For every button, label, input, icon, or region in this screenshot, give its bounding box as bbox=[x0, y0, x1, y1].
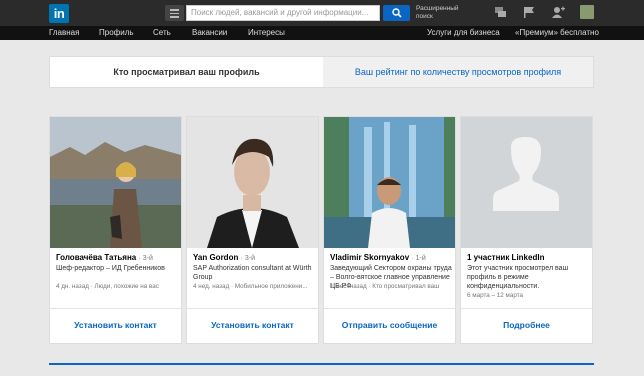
profile-photo[interactable] bbox=[324, 117, 455, 248]
divider bbox=[49, 363, 594, 365]
nav-interests[interactable]: Интересы bbox=[248, 28, 285, 37]
viewer-card[interactable]: Yan Gordon · 3-й SAP Authorization consu… bbox=[186, 116, 319, 344]
viewer-name-text: Yan Gordon bbox=[193, 253, 239, 262]
profile-avatar[interactable] bbox=[580, 5, 594, 19]
nav-jobs[interactable]: Вакансии bbox=[192, 28, 227, 37]
viewer-name[interactable]: Yan Gordon · 3-й bbox=[193, 253, 255, 262]
add-connection-icon[interactable] bbox=[551, 6, 565, 19]
nav-network[interactable]: Сеть bbox=[153, 28, 171, 37]
viewer-meta: 4 нед. назад · Мобильное приложени... bbox=[193, 283, 308, 290]
viewer-card[interactable]: 1 участник LinkedIn Этот участник просмо… bbox=[460, 116, 593, 344]
send-message-button[interactable]: Отправить сообщение bbox=[324, 308, 455, 343]
more-details-button[interactable]: Подробнее bbox=[461, 308, 592, 343]
nav-bar: Главная Профиль Сеть Вакансии Интересы У… bbox=[0, 26, 644, 40]
search-icon bbox=[392, 8, 402, 18]
nav-profile[interactable]: Профиль bbox=[99, 28, 134, 37]
profile-photo[interactable] bbox=[187, 117, 318, 248]
tab-who-viewed[interactable]: Кто просматривал ваш профиль bbox=[50, 57, 323, 87]
advanced-search-line2: поиск bbox=[416, 13, 433, 20]
nav-premium[interactable]: «Премиум» бесплатно bbox=[515, 28, 599, 37]
advanced-search-link[interactable]: Расширенный поиск bbox=[416, 5, 459, 21]
connection-degree: · 3-й bbox=[138, 255, 153, 262]
anonymous-avatar bbox=[461, 117, 592, 248]
viewer-name-text: Vladimir Skornyakov bbox=[330, 253, 410, 262]
flag-icon[interactable] bbox=[523, 6, 535, 19]
viewer-name[interactable]: Головачёва Татьяна · 3-й bbox=[56, 253, 153, 262]
advanced-search-line1: Расширенный bbox=[416, 5, 459, 12]
menu-icon[interactable] bbox=[165, 5, 184, 21]
viewer-name-text: Головачёва Татьяна bbox=[56, 253, 137, 262]
connection-degree: · 1-й bbox=[411, 255, 426, 262]
profile-photo[interactable] bbox=[50, 117, 181, 248]
viewer-meta: 6 марта – 12 марта bbox=[467, 292, 524, 299]
search-input[interactable]: Поиск людей, вакансий и другой информаци… bbox=[186, 5, 380, 21]
profile-views-tabs: Кто просматривал ваш профиль Ваш рейтинг… bbox=[49, 56, 594, 88]
nav-home[interactable]: Главная bbox=[49, 28, 79, 37]
viewer-title: SAP Authorization consultant at Würth Gr… bbox=[193, 265, 312, 281]
top-bar: in Поиск людей, вакансий и другой информ… bbox=[0, 0, 644, 26]
search-button[interactable] bbox=[383, 5, 410, 21]
viewer-title: Этот участник просмотрел ваш профиль в р… bbox=[467, 265, 569, 290]
viewer-meta: 1 мес. назад · Кто просматривал ваш bbox=[330, 283, 440, 290]
viewer-meta: 4 дн. назад · Люди, похожие на вас bbox=[56, 283, 159, 290]
viewer-name[interactable]: Vladimir Skornyakov · 1-й bbox=[330, 253, 426, 262]
nav-business-services[interactable]: Услуги для бизнеса bbox=[427, 28, 500, 37]
connect-button[interactable]: Установить контакт bbox=[187, 308, 318, 343]
viewer-title: Шеф-редактор – ИД Гребенников bbox=[56, 265, 165, 272]
viewer-card[interactable]: Головачёва Татьяна · 3-й Шеф-редактор – … bbox=[49, 116, 182, 344]
tab-ranking[interactable]: Ваш рейтинг по количеству просмотров про… bbox=[323, 57, 593, 87]
viewer-name-text: 1 участник LinkedIn bbox=[467, 253, 545, 262]
connection-degree: · 3-й bbox=[240, 255, 255, 262]
viewer-card[interactable]: Vladimir Skornyakov · 1-й Заведующий Сек… bbox=[323, 116, 456, 344]
messages-icon[interactable] bbox=[494, 6, 507, 19]
viewer-name[interactable]: 1 участник LinkedIn bbox=[467, 253, 544, 262]
linkedin-logo[interactable]: in bbox=[49, 4, 69, 23]
connect-button[interactable]: Установить контакт bbox=[50, 308, 181, 343]
